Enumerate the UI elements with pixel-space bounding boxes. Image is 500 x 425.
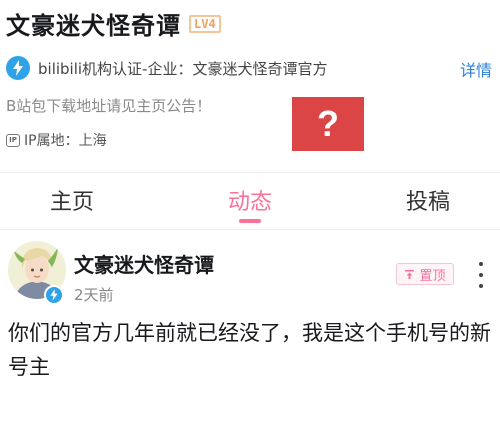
post-author-name[interactable]: 文豪迷犬怪奇谭 [74,249,214,278]
ip-location: IP IP属地：上海 [6,130,107,150]
pinned-label: 置顶 [419,268,446,284]
more-options-icon[interactable] [477,262,485,288]
detail-link[interactable]: 详情 [460,57,492,81]
post-timestamp: 2天前 [74,286,114,304]
level-badge: LV4 [189,14,221,33]
pin-icon [405,269,415,279]
tab-home[interactable]: 主页 [50,184,94,216]
active-tab-indicator [239,219,261,223]
verification-row: bilibili机构认证-企业：文豪迷犬怪奇谭官方 [6,56,327,80]
profile-name: 文豪迷犬怪奇谭 [6,12,181,40]
question-mark-overlay: ? [292,97,364,151]
verification-text: bilibili机构认证-企业：文豪迷犬怪奇谭官方 [38,59,328,78]
lightning-verified-icon [6,56,30,80]
divider [0,229,500,230]
tab-uploads[interactable]: 投稿 [406,184,450,216]
ip-location-text: IP属地：上海 [24,133,107,149]
tab-bar: 主页 动态 投稿 [0,178,500,224]
divider [0,172,500,173]
post-content: 你们的官方几年前就已经没了，我是这个手机号的新号主 [8,321,491,379]
profile-bio: B站包下载地址请见主页公告！ [6,97,212,115]
tab-dynamics[interactable]: 动态 [228,184,272,216]
ip-icon: IP [6,133,20,147]
verified-badge-icon [44,285,64,305]
profile-header: 文豪迷犬怪奇谭 LV4 [6,6,221,41]
pinned-badge: 置顶 [396,263,454,285]
